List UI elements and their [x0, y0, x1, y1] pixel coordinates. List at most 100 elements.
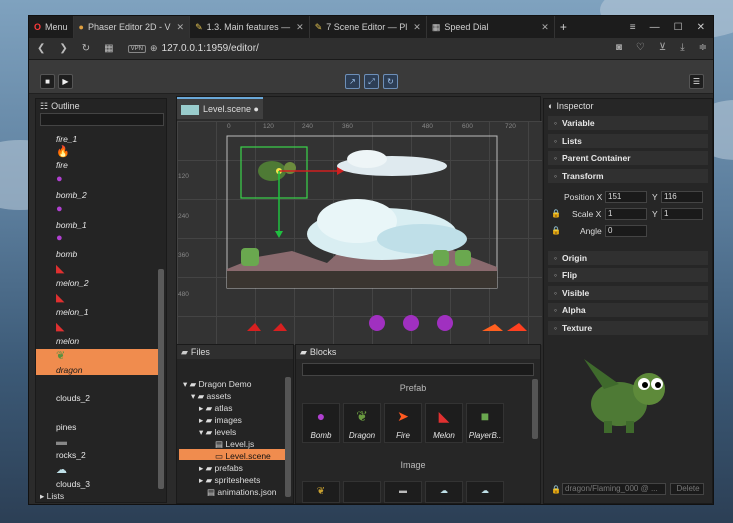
outline-item[interactable]: melon_1 [56, 307, 89, 317]
vpn-badge[interactable]: VPN [127, 44, 146, 53]
play-icon[interactable]: ▶ [58, 74, 73, 89]
outline-item[interactable]: fire_1 [56, 134, 77, 144]
files-scrollbar[interactable] [285, 377, 291, 497]
section-parent-container[interactable]: ◦ Parent Container [548, 151, 708, 165]
section-variable[interactable]: ◦ Variable [548, 116, 708, 130]
outline-item[interactable]: melon_2 [56, 278, 89, 288]
minimize-icon[interactable]: — [650, 22, 660, 33]
block-fire[interactable]: ➤ Fire [384, 403, 422, 443]
url-field[interactable]: 127.0.0.1:1959/editor/ [162, 43, 259, 54]
outline-item[interactable]: clouds_2 [56, 393, 90, 403]
image-block[interactable]: ❦ [302, 481, 340, 503]
browser-tab-bar: O Menu ● Phaser Editor 2D - V ✕ ✎ 1.3. Main … [29, 16, 713, 38]
lock-icon[interactable]: 🔒 [551, 209, 561, 218]
doc-icon: ✎ [195, 21, 203, 32]
translate-tool-icon[interactable]: ↗ [345, 74, 360, 89]
outline-item[interactable]: pines [56, 422, 76, 432]
opera-icon: O [34, 22, 42, 32]
outline-filter-input[interactable] [40, 113, 164, 126]
tree-item[interactable]: ▸ ▰ images [199, 415, 242, 426]
open-project-icon[interactable]: ■ [40, 74, 55, 89]
heart-icon[interactable]: ♡ [636, 42, 645, 53]
outline-item[interactable]: clouds_3 [56, 479, 90, 489]
section-alpha[interactable]: ◦ Alpha [548, 303, 708, 317]
back-icon[interactable]: ❮ [37, 43, 45, 54]
outline-item-selected[interactable]: dragon [56, 365, 82, 375]
delete-texture-button[interactable]: Delete [670, 483, 704, 495]
speed-dial-icon[interactable]: ▦ [104, 43, 113, 54]
close-tab-icon[interactable]: ✕ [541, 22, 549, 33]
browser-menu-button[interactable]: O Menu [29, 16, 74, 38]
blocks-scrollbar[interactable] [532, 379, 538, 439]
tree-item-selected[interactable]: ▭ Level.scene [215, 451, 271, 462]
collapse-icon: ◦ [554, 136, 558, 146]
image-block[interactable]: ☁ [425, 481, 463, 503]
section-transform[interactable]: ◦ Transform [548, 169, 708, 183]
browser-tab-speed-dial[interactable]: ▦ Speed Dial ✕ [427, 16, 555, 38]
outline-item[interactable]: bomb_2 [56, 190, 87, 200]
image-block[interactable]: ▬ [384, 481, 422, 503]
main-menu-icon[interactable]: ☰ [689, 74, 704, 89]
close-tab-icon[interactable]: ✕ [177, 22, 185, 33]
block-player-button[interactable]: ■ PlayerB.. [466, 403, 504, 443]
block-bomb[interactable]: ● Bomb [302, 403, 340, 443]
angle-field[interactable]: 0 [605, 225, 647, 237]
browser-tab-features[interactable]: ✎ 1.3. Main features — ✕ [190, 16, 310, 38]
scene-canvas[interactable]: 0 120 240 360 480 600 720 120 240 360 48… [177, 121, 542, 345]
blocks-filter-input[interactable] [302, 363, 534, 376]
outline-item[interactable]: fire [56, 160, 68, 170]
pin-icon[interactable]: ⊻ [659, 42, 666, 53]
close-tab-icon[interactable]: ✕ [296, 22, 304, 33]
lock-icon[interactable]: 🔒 [551, 485, 561, 494]
tree-item[interactable]: ▸ ▰ prefabs [199, 463, 243, 474]
close-window-icon[interactable]: ✕ [697, 22, 705, 33]
outline-lists-item[interactable]: ▸ Lists [40, 491, 64, 502]
image-block[interactable] [343, 481, 381, 503]
tree-item[interactable]: ▸ ▰ spritesheets [199, 475, 260, 486]
close-tab-icon[interactable]: ✕ [413, 22, 421, 33]
block-dragon[interactable]: ❦ Dragon [343, 403, 381, 443]
tab-menu-icon[interactable]: ≡ [630, 22, 636, 33]
easy-setup-icon[interactable]: ≑ [699, 42, 707, 53]
tree-item[interactable]: ▾ ▰ assets [191, 391, 231, 402]
tree-item[interactable]: ▸ ▰ atlas [199, 403, 233, 414]
collapse-icon: ◦ [554, 323, 558, 333]
download-icon[interactable]: ⤓ [680, 42, 684, 53]
rotate-tool-icon[interactable]: ↻ [383, 74, 398, 89]
scale-tool-icon[interactable]: ⤢ [364, 74, 379, 89]
tab-label: Speed Dial [444, 22, 489, 32]
block-melon[interactable]: ◣ Melon [425, 403, 463, 443]
section-visible[interactable]: ◦ Visible [548, 286, 708, 300]
maximize-icon[interactable]: ☐ [674, 22, 683, 33]
section-flip[interactable]: ◦ Flip [548, 268, 708, 282]
section-lists[interactable]: ◦ Lists [548, 134, 708, 148]
outline-item[interactable]: melon [56, 336, 79, 346]
reload-icon[interactable]: ↻ [82, 43, 90, 54]
texture-field[interactable]: dragon/Flaming_000 @ ... [562, 483, 666, 495]
position-y-field[interactable]: 116 [661, 191, 703, 203]
scene-tab[interactable]: Level.scene ● [177, 97, 263, 119]
camera-icon[interactable]: ◙ [616, 42, 622, 53]
new-tab-button[interactable]: + [555, 16, 572, 38]
outline-item[interactable]: bomb_1 [56, 220, 87, 230]
outline-icon: ☷ [40, 101, 49, 111]
browser-tab-scene-editor[interactable]: ✎ 7 Scene Editor — Pl ✕ [310, 16, 427, 38]
outline-title: Outline [51, 101, 80, 111]
scale-y-field[interactable]: 1 [661, 208, 703, 220]
image-block[interactable]: ☁ [466, 481, 504, 503]
outline-item[interactable]: bomb [56, 249, 77, 259]
inspector-icon: ◐ [548, 101, 554, 111]
tree-item[interactable]: ▤ Level.js [215, 439, 254, 450]
position-x-field[interactable]: 151 [605, 191, 647, 203]
lock-icon[interactable]: 🔒 [551, 226, 561, 235]
section-origin[interactable]: ◦ Origin [548, 251, 708, 265]
forward-icon[interactable]: ❯ [59, 43, 67, 54]
tree-item[interactable]: ▾ ▰ Dragon Demo [183, 379, 251, 390]
outline-item[interactable]: rocks_2 [56, 450, 86, 460]
scale-x-field[interactable]: 1 [605, 208, 647, 220]
section-texture[interactable]: ◦ Texture [548, 321, 708, 335]
tree-item[interactable]: ▤ animations.json [207, 487, 276, 498]
tree-item[interactable]: ▾ ▰ levels [199, 427, 236, 438]
browser-tab-phaser[interactable]: ● Phaser Editor 2D - V ✕ [73, 16, 191, 38]
outline-scrollbar[interactable] [158, 269, 164, 489]
